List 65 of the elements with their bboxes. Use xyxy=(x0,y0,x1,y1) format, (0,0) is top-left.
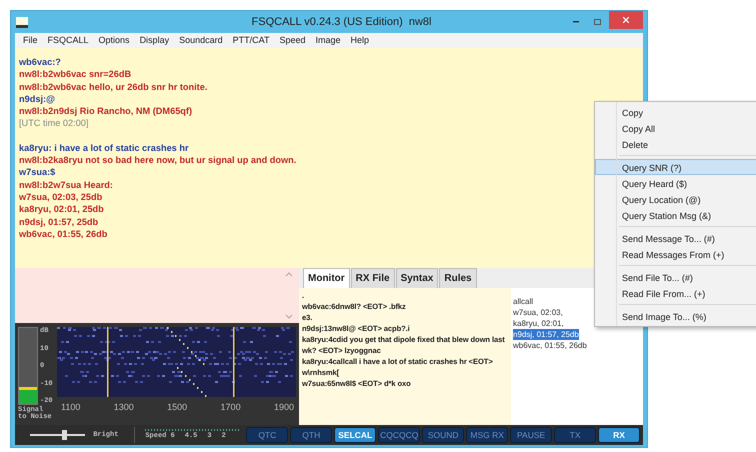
mode-button[interactable]: MSG RX xyxy=(466,427,508,443)
chat-line: n9dsj:@ xyxy=(19,92,56,106)
close-button[interactable] xyxy=(608,11,643,29)
menu-item[interactable]: FSQCALL xyxy=(48,34,89,48)
mode-button[interactable]: SOUND xyxy=(422,427,464,443)
context-menu-item[interactable]: Query Location (@) xyxy=(595,191,756,207)
tab[interactable]: Monitor xyxy=(303,268,350,288)
chat-line: nw8l:b2wb6vac hello, ur 26db snr hr tonite. xyxy=(19,80,208,93)
menu-item[interactable]: Speed xyxy=(279,34,306,48)
chat-line: wb6vac:? xyxy=(19,56,61,68)
tab[interactable]: RX File xyxy=(350,268,395,288)
mode-button[interactable]: TX xyxy=(554,427,596,443)
heard-item[interactable]: wb6vac, 01:55, 26db xyxy=(513,340,587,351)
context-menu-item[interactable]: Send File To... (#) xyxy=(595,269,756,285)
chat-line: nw8l:b2ka8ryu not so bad here now, but ur signal up and down. xyxy=(19,154,296,166)
context-menu-item[interactable]: Send Message To... (#) xyxy=(595,230,756,246)
frequency-label: 1700 xyxy=(220,401,241,414)
mode-button[interactable]: QTC xyxy=(246,427,288,443)
chat-line: nw8l:b2wb6vac snr=26dB xyxy=(19,68,132,81)
menu-item[interactable]: File xyxy=(23,34,38,48)
mode-button[interactable]: QTH xyxy=(290,427,332,443)
frequency-label: 1500 xyxy=(167,401,188,414)
tab[interactable]: Syntax xyxy=(396,268,438,288)
menu-item[interactable]: PTT/CAT xyxy=(232,34,270,48)
chat-line: wb6vac, 01:55, 26db xyxy=(19,228,108,240)
mode-button[interactable]: PAUSE xyxy=(510,427,552,443)
chat-line: ka8ryu: i have a lot of static crashes hr xyxy=(19,142,189,154)
heard-item[interactable]: ka8ryu, 02:01, xyxy=(513,318,564,329)
context-menu-item[interactable]: Read Messages From (+) xyxy=(595,246,756,262)
heard-item[interactable]: w7sua, 02:03, xyxy=(513,307,563,318)
brightness-slider[interactable] xyxy=(30,430,86,440)
window-title: FSQCALL v0.24.3 (US Edition) nw8l xyxy=(250,14,432,30)
minimize-icon xyxy=(572,21,579,23)
context-menu-item[interactable]: Copy All xyxy=(595,120,756,136)
frequency-label: 1900 xyxy=(274,401,294,414)
chat-line: n9dsj, 01:57, 25db xyxy=(19,216,98,228)
frequency-label: 1100 xyxy=(61,401,80,414)
context-menu-item[interactable]: Delete xyxy=(595,136,756,152)
menu-item[interactable]: Soundcard xyxy=(179,34,223,48)
menu-item[interactable]: Options xyxy=(98,34,130,48)
frequency-label: 1300 xyxy=(114,401,134,414)
chat-line: nw8l:b2w7sua Heard: xyxy=(19,178,113,191)
context-menu-item[interactable]: Query SNR (?) xyxy=(595,159,756,175)
heard-item[interactable]: n9dsj, 01:57, 25db xyxy=(513,329,579,340)
heard-item[interactable]: allcall xyxy=(513,296,534,307)
menu-item[interactable]: Help xyxy=(350,34,370,48)
context-menu-item[interactable]: Query Heard ($) xyxy=(595,175,756,191)
mode-button[interactable]: SELCAL xyxy=(334,427,376,443)
app-icon xyxy=(16,16,28,28)
chat-line: ka8ryu, 02:01, 25db xyxy=(19,203,104,216)
mode-button[interactable]: RX xyxy=(598,427,640,443)
context-menu-item[interactable]: Copy xyxy=(595,104,756,120)
context-menu-item[interactable]: Read File From... (+) xyxy=(595,285,756,301)
tab[interactable]: Rules xyxy=(439,268,477,288)
close-icon xyxy=(622,17,629,23)
mode-button[interactable]: CQCQCQ xyxy=(378,427,420,443)
maximize-icon xyxy=(594,19,602,25)
menu-item[interactable]: Display xyxy=(140,34,170,48)
context-menu-item[interactable]: Send Image To... (%) xyxy=(595,308,756,324)
chat-line: [UTC time 02:00] xyxy=(19,117,88,130)
menu-item[interactable]: Image xyxy=(316,34,341,48)
context-menu-item[interactable]: Query Station Msg (&) xyxy=(595,207,756,223)
chat-line: w7sua:$ xyxy=(19,166,56,179)
chat-line: w7sua, 02:03, 25db xyxy=(19,190,102,204)
chat-line: nw8l:b2n9dsj Rio Rancho, NM (DM65qf) xyxy=(19,105,192,118)
